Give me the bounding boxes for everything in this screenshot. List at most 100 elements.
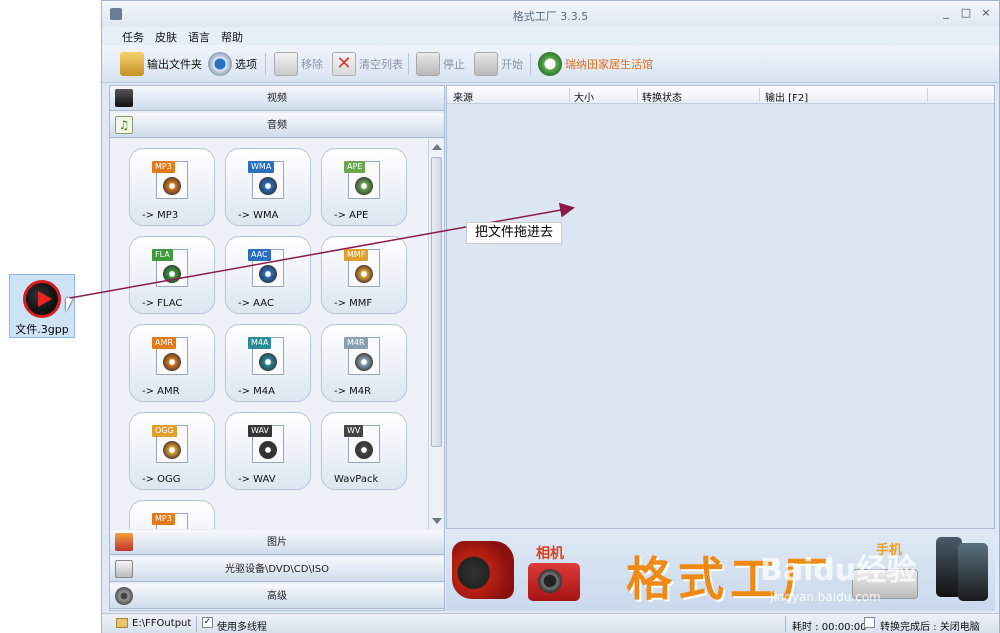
elapsed-time: 耗时 : 00:00:00 [792,622,867,633]
menu-task[interactable]: 任务 [122,29,144,45]
menu-bar: 任务 皮肤 语言 帮助 [102,27,999,45]
format-button-wav[interactable]: WAV -> WAV [225,412,311,490]
format-tag: AAC [248,249,271,261]
desktop-file-label: 文件.3gpp [15,323,69,336]
category-optical-drive[interactable]: 光驱设备\DVD\CD\ISO [110,557,444,582]
format-caption: -> OGG [142,474,181,485]
format-caption: -> APE [334,210,369,221]
list-header: 来源 大小 转换状态 输出 [F2] [447,86,994,104]
format-tag: WAV [248,425,272,437]
format-button-ogg[interactable]: OGG -> OGG [129,412,215,490]
format-button-wv[interactable]: WV WavPack [321,412,407,490]
category-video[interactable]: 视频 [110,86,444,111]
promo-link[interactable]: 瑞纳田家居生活馆 [538,51,653,77]
format-button-mmf[interactable]: MMF -> MMF [321,236,407,314]
clear-list-button[interactable]: ✕ 清空列表 [332,51,403,77]
format-button-ape[interactable]: APE -> APE [321,148,407,226]
menu-skin[interactable]: 皮肤 [155,29,177,45]
scroll-up-arrow-icon[interactable] [432,144,442,150]
format-symbol-icon [355,177,373,195]
category-advanced[interactable]: 高级 [110,584,444,609]
toolbar-separator [265,53,266,75]
format-symbol-icon [355,353,373,371]
format-button-mp3[interactable]: MP3 -> MP3 [129,148,215,226]
output-path[interactable]: E:\FFOutput [132,618,191,629]
toolbar-separator [530,53,531,75]
format-symbol-icon [259,177,277,195]
shutdown-checkbox[interactable] [864,617,875,628]
category-video-label: 视频 [267,93,287,104]
format-symbol-icon [163,353,181,371]
format-symbol-icon [355,265,373,283]
start-button[interactable]: 开始 [474,51,523,77]
globe-search-icon [538,52,562,76]
format-symbol-icon [259,441,277,459]
category-optical-label: 光驱设备\DVD\CD\ISO [224,564,330,575]
column-source[interactable]: 来源 [453,89,473,104]
vertical-scrollbar[interactable] [428,139,444,529]
remove-label: 移除 [301,58,323,71]
category-audio-label: 音频 [267,120,287,131]
format-caption: -> MP3 [142,210,179,221]
clear-list-label: 清空列表 [359,58,403,71]
column-separator [569,88,570,102]
column-output[interactable]: 输出 [F2] [765,89,808,104]
multithread-checkbox[interactable]: ✓ [202,617,213,628]
drag-instruction-label: 把文件拖进去 [466,222,562,244]
menu-language[interactable]: 语言 [188,29,210,45]
format-tag: MP3 [152,513,175,525]
screen: 文件.3gpp 格式工厂 3.3.5 _ □ × 任务 皮肤 语言 帮助 输出文… [0,0,1000,633]
format-tag: AMR [152,337,176,349]
title-bar: 格式工厂 3.3.5 _ □ × [102,1,999,27]
format-button-fla[interactable]: FLA -> FLAC [129,236,215,314]
multithread-label: 使用多线程 [217,622,267,633]
format-tag: WMA [248,161,275,173]
output-folder-button[interactable]: 输出文件夹 [120,51,202,77]
format-symbol-icon [259,265,277,283]
status-bar: E:\FFOutput ✓ 使用多线程 耗时 : 00:00:00 转换完成后 … [102,613,999,633]
format-button-wma[interactable]: WMA -> WMA [225,148,311,226]
category-image[interactable]: 图片 [110,530,444,555]
format-symbol-icon [163,265,181,283]
options-button[interactable]: 选项 [208,51,257,77]
mouse-cursor-icon [66,298,73,312]
status-separator [196,616,197,632]
music-note-icon: ♫ [115,116,133,134]
format-button-m4a[interactable]: M4A -> M4A [225,324,311,402]
category-audio[interactable]: ♫ 音频 [110,113,444,138]
options-label: 选项 [235,58,257,71]
menu-help[interactable]: 帮助 [221,29,243,45]
column-separator [759,88,760,102]
disc-drive-icon [115,560,133,578]
baidu-watermark-url: jingyan.baidu.com [770,590,881,604]
format-button-amr[interactable]: AMR -> AMR [129,324,215,402]
format-button-aac[interactable]: AAC -> AAC [225,236,311,314]
format-tag: WV [344,425,364,437]
maximize-button[interactable]: □ [960,7,972,19]
column-size[interactable]: 大小 [574,89,594,104]
close-button[interactable]: × [980,7,992,19]
format-caption: -> WAV [238,474,276,485]
folder-icon [116,618,128,628]
scroll-down-arrow-icon[interactable] [432,518,442,524]
category-panel: 视频 ♫ 音频 MP3 -> MP3 WMA -> WMA APE -> APE FLA ->… [109,85,445,611]
output-folder-label: 输出文件夹 [147,58,202,71]
column-status[interactable]: 转换状态 [642,89,682,104]
folder-camera-icon [120,52,144,76]
format-symbol-icon [259,353,277,371]
file-list-panel[interactable]: 来源 大小 转换状态 输出 [F2] [446,85,995,529]
format-caption: -> MMF [334,298,373,309]
start-label: 开始 [501,58,523,71]
format-button-mp3[interactable]: MP3 [129,500,215,529]
stop-label: 停止 [443,58,465,71]
stop-button[interactable]: 停止 [416,51,465,77]
format-button-m4r[interactable]: M4R -> M4R [321,324,407,402]
scroll-thumb[interactable] [431,157,442,447]
category-image-label: 图片 [267,537,287,548]
toolbar: 输出文件夹 选项 移除 ✕ 清空列表 停止 开始 瑞纳田家居生活馆 [102,45,999,83]
format-factory-window: 格式工厂 3.3.5 _ □ × 任务 皮肤 语言 帮助 输出文件夹 选项 移除 [101,0,1000,633]
remove-button[interactable]: 移除 [274,51,323,77]
minimize-button[interactable]: _ [940,7,952,19]
phone-image [958,543,988,601]
format-caption: WavPack [334,474,379,485]
